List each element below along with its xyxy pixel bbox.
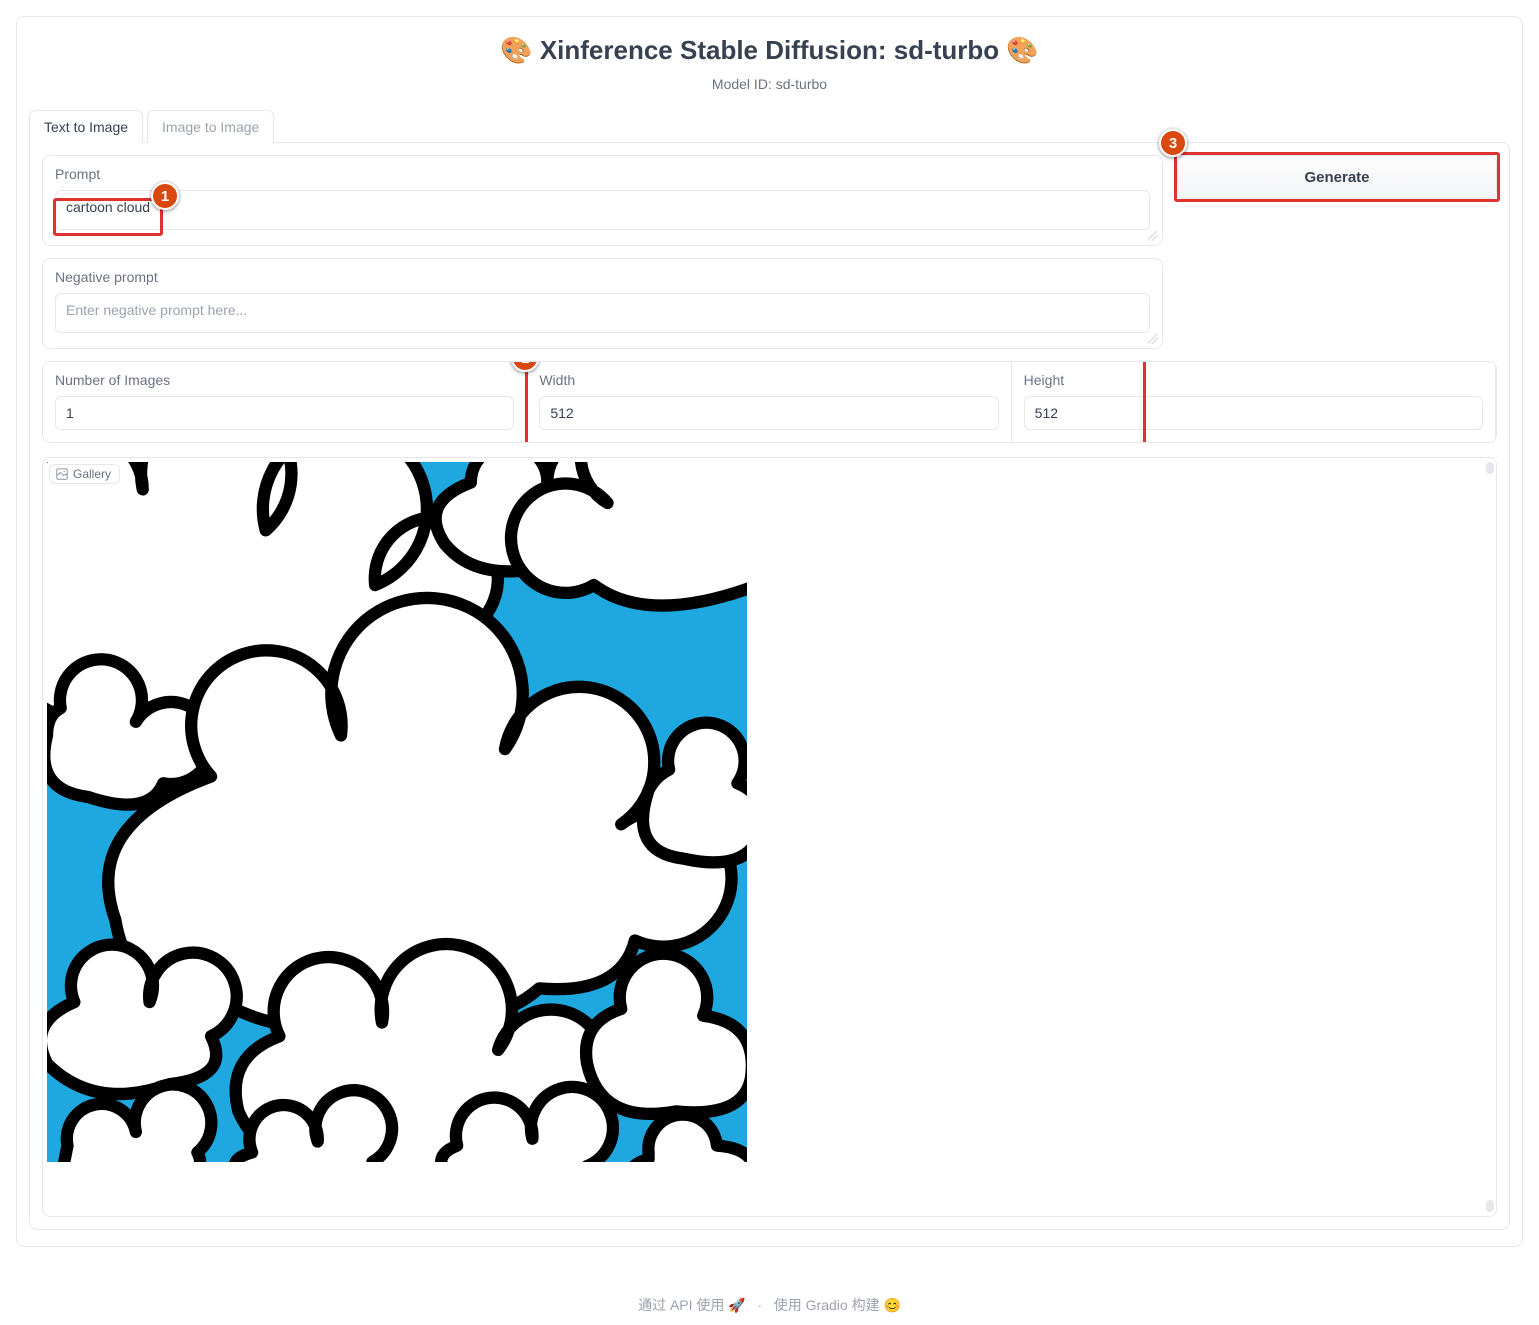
annotation-callout-3: 3 xyxy=(1159,129,1187,157)
model-id-subtitle: Model ID: sd-turbo xyxy=(29,76,1510,92)
tab-panel-text-to-image: Prompt cartoon cloud 1 Negative prompt xyxy=(29,142,1510,1230)
page-title: 🎨 Xinference Stable Diffusion: sd-turbo … xyxy=(29,35,1510,66)
gallery-label-text: Gallery xyxy=(73,467,111,481)
height-input[interactable] xyxy=(1024,396,1483,430)
scrollbar-handle-top[interactable] xyxy=(1486,462,1494,474)
width-block: Width xyxy=(527,362,1011,442)
image-grid-icon xyxy=(56,468,68,480)
footer-api-link[interactable]: 通过 API 使用 🚀 xyxy=(638,1297,750,1313)
footer-separator: · xyxy=(757,1297,762,1313)
prompt-input[interactable]: cartoon cloud xyxy=(55,190,1150,230)
tabbar: Text to Image Image to Image xyxy=(29,110,1510,143)
num-images-block: Number of Images xyxy=(43,362,527,442)
negative-prompt-label: Negative prompt xyxy=(55,269,1150,285)
footer-gradio-link[interactable]: 使用 Gradio 构建 😊 xyxy=(774,1297,901,1313)
prompt-label: Prompt xyxy=(55,166,1150,182)
height-block: Height xyxy=(1012,362,1496,442)
tab-text-to-image[interactable]: Text to Image xyxy=(29,110,143,143)
gallery[interactable]: Gallery xyxy=(42,457,1497,1217)
generate-button[interactable]: Generate xyxy=(1177,155,1497,199)
width-label: Width xyxy=(539,372,998,388)
footer: 通过 API 使用 🚀 · 使用 Gradio 构建 😊 xyxy=(16,1247,1523,1325)
annotation-callout-1: 1 xyxy=(151,182,179,210)
textarea-resize-handle[interactable] xyxy=(1148,231,1158,241)
textarea-resize-handle[interactable] xyxy=(1148,334,1158,344)
negative-prompt-block: Negative prompt xyxy=(42,258,1163,349)
dimensions-row: Number of Images Width Height 2 xyxy=(42,361,1497,443)
generated-image[interactable] xyxy=(47,462,747,1162)
prompt-block: Prompt cartoon cloud 1 xyxy=(42,155,1163,246)
app-card: 🎨 Xinference Stable Diffusion: sd-turbo … xyxy=(16,16,1523,1247)
footer-api-text: 通过 API 使用 xyxy=(638,1297,724,1313)
gallery-label: Gallery xyxy=(49,464,120,484)
tab-image-to-image[interactable]: Image to Image xyxy=(147,110,274,143)
negative-prompt-input[interactable] xyxy=(55,293,1150,333)
rocket-icon: 🚀 xyxy=(728,1297,745,1313)
height-label: Height xyxy=(1024,372,1483,388)
num-images-label: Number of Images xyxy=(55,372,514,388)
scrollbar-handle-bottom[interactable] xyxy=(1486,1200,1494,1212)
width-input[interactable] xyxy=(539,396,998,430)
num-images-input[interactable] xyxy=(55,396,514,430)
footer-gradio-text: 使用 Gradio 构建 xyxy=(774,1297,880,1313)
smile-icon: 😊 xyxy=(883,1297,900,1313)
